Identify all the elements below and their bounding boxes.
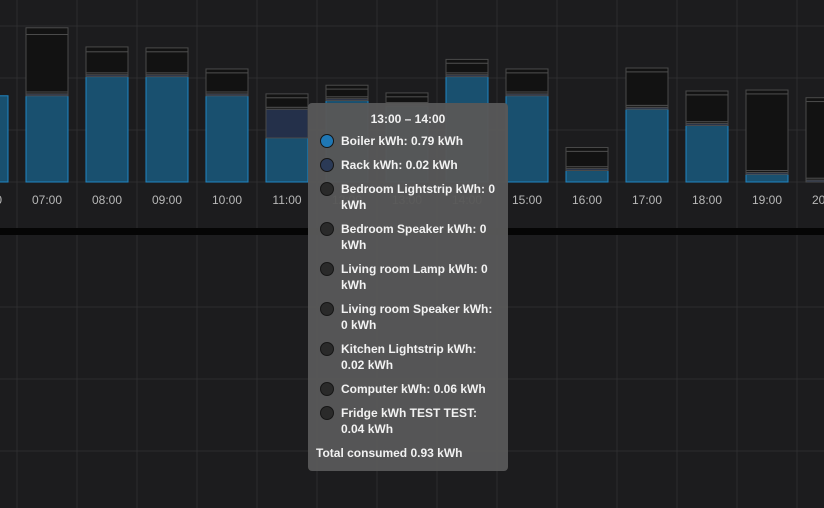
- bar-segment: [625, 108, 669, 183]
- tooltip-item-label: Bedroom Speaker kWh: 0 kWh: [341, 222, 487, 252]
- legend-swatch: [320, 342, 334, 356]
- bar-segment: [625, 67, 669, 73]
- bar-segment: [25, 27, 69, 35]
- tooltip-item-label: Kitchen Lightstrip kWh: 0.02 kWh: [341, 342, 477, 372]
- tooltip-item: Living room Lamp kWh: 0 kWh: [316, 261, 500, 293]
- tooltip-items: Boiler kWh: 0.79 kWh Rack kWh: 0.02 kWh Be…: [316, 133, 500, 437]
- chart-tooltip: 13:00 – 14:00 Boiler kWh: 0.79 kWh Rack k…: [308, 103, 508, 471]
- legend-swatch: [320, 262, 334, 276]
- tooltip-item-label: Rack kWh: 0.02 kWh: [341, 158, 458, 172]
- tooltip-item: Bedroom Lightstrip kWh: 0 kWh: [316, 181, 500, 213]
- tooltip-item-label: Living room Speaker kWh: 0 kWh: [341, 302, 493, 332]
- bar-segment: [625, 71, 669, 106]
- tooltip-item: Bedroom Speaker kWh: 0 kWh: [316, 221, 500, 253]
- bar-segment: [805, 101, 824, 179]
- bar-segment: [205, 72, 249, 93]
- bar-segment: [505, 95, 549, 183]
- bar-segment: [385, 92, 429, 98]
- tooltip-item: Boiler kWh: 0.79 kWh: [316, 133, 500, 149]
- bar-segment: [265, 93, 309, 99]
- bar-segment: [0, 95, 9, 183]
- bar-segment: [145, 51, 189, 74]
- tooltip-item: Rack kWh: 0.02 kWh: [316, 157, 500, 173]
- bar-segment: [265, 97, 309, 108]
- bar-segment: [685, 94, 729, 123]
- bar-segment: [205, 95, 249, 183]
- x-tick-label: 19:00: [752, 193, 782, 207]
- x-tick-label: 15:00: [512, 193, 542, 207]
- bar-segment: [445, 58, 489, 64]
- tooltip-item: Computer kWh: 0.06 kWh: [316, 381, 500, 397]
- bar-segment: [85, 51, 129, 74]
- bar-segment: [565, 150, 609, 168]
- bar-segment: [745, 93, 789, 172]
- bar-segment: [25, 95, 69, 183]
- legend-swatch: [320, 406, 334, 420]
- bar-segment: [505, 72, 549, 93]
- legend-swatch: [320, 158, 334, 172]
- tooltip-item-label: Living room Lamp kWh: 0 kWh: [341, 262, 488, 292]
- tooltip-item: Fridge kWh TEST TEST: 0.04 kWh: [316, 405, 500, 437]
- bar-segment: [325, 88, 369, 98]
- legend-swatch: [320, 382, 334, 396]
- tooltip-item: Kitchen Lightstrip kWh: 0.02 kWh: [316, 341, 500, 373]
- x-tick-label: 20:00: [812, 193, 824, 207]
- legend-swatch: [320, 134, 334, 148]
- legend-swatch: [320, 222, 334, 236]
- bar-segment: [265, 137, 309, 183]
- bar-segment: [25, 33, 69, 93]
- bar-segment: [385, 96, 429, 103]
- x-tick-label: 09:00: [152, 193, 182, 207]
- tooltip-item-label: Boiler kWh: 0.79 kWh: [341, 134, 464, 148]
- tooltip-item: Living room Speaker kWh: 0 kWh: [316, 301, 500, 333]
- bar-segment: [145, 76, 189, 183]
- tooltip-item-label: Computer kWh: 0.06 kWh: [341, 382, 486, 396]
- bar-segment: [685, 124, 729, 183]
- bar-segment: [685, 90, 729, 96]
- bar-segment: [325, 84, 369, 90]
- x-tick-label: 06:00: [0, 193, 2, 207]
- x-tick-label: 18:00: [692, 193, 722, 207]
- bar-segment: [565, 147, 609, 152]
- bar-segment: [745, 173, 789, 183]
- legend-swatch: [320, 302, 334, 316]
- legend-swatch: [320, 182, 334, 196]
- x-tick-label: 10:00: [212, 193, 242, 207]
- x-tick-label: 16:00: [572, 193, 602, 207]
- bar-segment: [265, 108, 309, 139]
- x-tick-label: 08:00: [92, 193, 122, 207]
- tooltip-total: Total consumed 0.93 kWh: [316, 446, 463, 460]
- tooltip-item-label: Bedroom Lightstrip kWh: 0 kWh: [341, 182, 495, 212]
- bar-segment: [565, 170, 609, 183]
- bar-segment: [85, 76, 129, 183]
- bar-segment: [505, 68, 549, 74]
- bar-segment: [85, 46, 129, 53]
- bar-segment: [805, 97, 824, 103]
- x-tick-label: 17:00: [632, 193, 662, 207]
- x-tick-label: 11:00: [272, 193, 301, 207]
- tooltip-title: 13:00 – 14:00: [370, 112, 446, 126]
- bar-segment: [205, 68, 249, 74]
- tooltip-item-label: Fridge kWh TEST TEST: 0.04 kWh: [341, 406, 478, 436]
- bar-segment: [145, 47, 189, 53]
- bar-segment: [445, 62, 489, 74]
- bar-segment: [745, 89, 789, 95]
- x-tick-label: 07:00: [32, 193, 62, 207]
